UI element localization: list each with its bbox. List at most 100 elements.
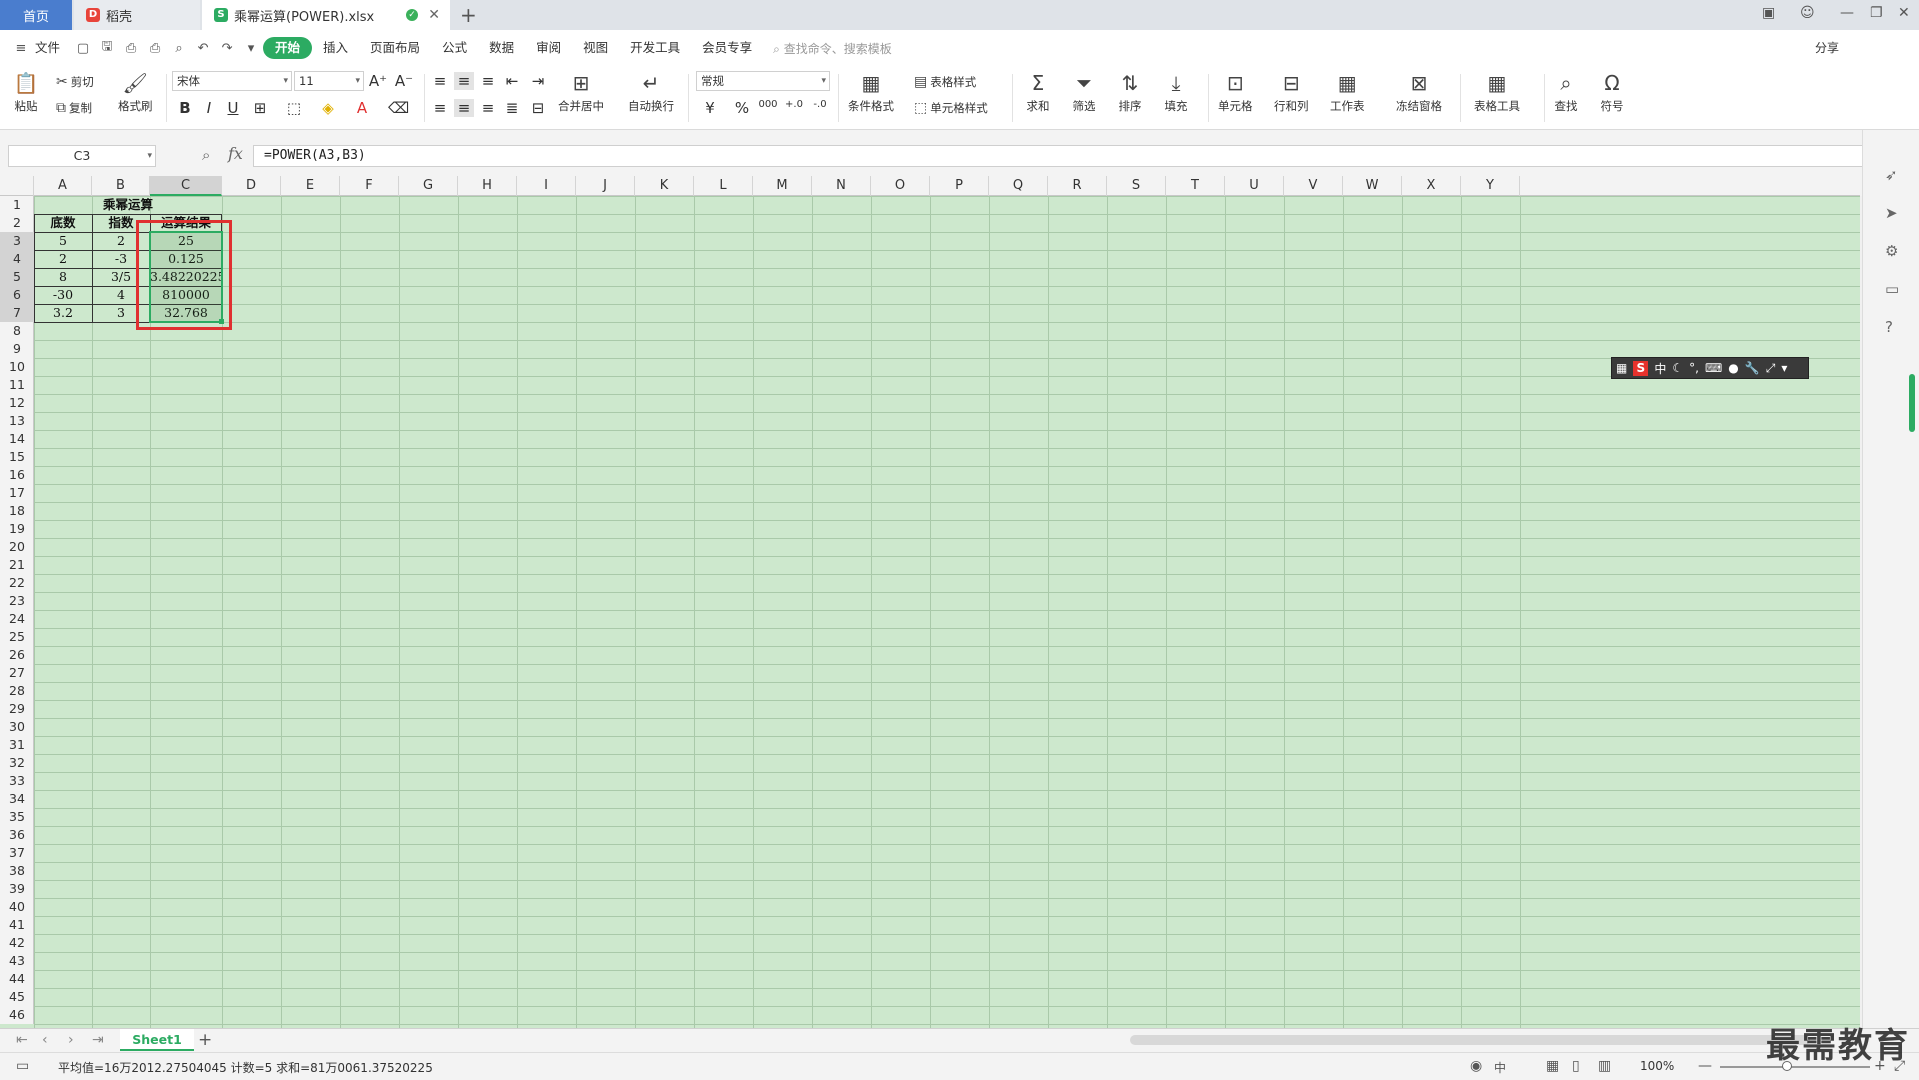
eye-protection-icon[interactable]: ◉ [1470, 1058, 1482, 1074]
row-header-25[interactable]: 25 [0, 628, 34, 646]
row-header-12[interactable]: 12 [0, 394, 34, 412]
last-sheet-icon[interactable]: ⇥ [92, 1032, 104, 1048]
share-button[interactable]: 分享 [1815, 39, 1839, 56]
row-header-20[interactable]: 20 [0, 538, 34, 556]
new-tab-button[interactable]: + [460, 3, 477, 27]
menu-home[interactable]: 开始 [263, 37, 313, 59]
row-header-15[interactable]: 15 [0, 448, 34, 466]
justify-icon[interactable]: ≣ [502, 99, 522, 117]
column-header-x[interactable]: X [1402, 176, 1461, 196]
row-header-41[interactable]: 41 [0, 916, 34, 934]
row-header-29[interactable]: 29 [0, 700, 34, 718]
chevron-down-icon[interactable]: ▾ [1781, 361, 1787, 375]
symbol-button[interactable]: Ω 符号 [1598, 70, 1626, 114]
save-icon[interactable]: 🖫 [98, 39, 116, 57]
row-header-34[interactable]: 34 [0, 790, 34, 808]
row-header-22[interactable]: 22 [0, 574, 34, 592]
table-data-cell[interactable]: 2 [34, 250, 92, 268]
row-header-33[interactable]: 33 [0, 772, 34, 790]
column-header-w[interactable]: W [1343, 176, 1402, 196]
italic-icon[interactable]: I [199, 99, 219, 117]
table-title-cell[interactable]: 乘幂运算 [34, 196, 222, 214]
font-color-icon[interactable]: A [352, 99, 372, 117]
table-header-cell[interactable]: 底数 [34, 214, 92, 232]
column-header-f[interactable]: F [340, 176, 399, 196]
settings-sliders-icon[interactable]: ⚙ [1885, 242, 1898, 260]
percent-icon[interactable]: % [732, 99, 752, 117]
clear-icon[interactable]: ⌫ [388, 99, 409, 117]
currency-icon[interactable]: ¥ [700, 99, 720, 117]
table-data-cell[interactable]: 5 [34, 232, 92, 250]
column-header-c[interactable]: C [150, 176, 222, 196]
align-bottom-icon[interactable]: ≡ [478, 72, 498, 90]
next-sheet-icon[interactable]: › [68, 1032, 74, 1048]
row-header-2[interactable]: 2 [0, 214, 34, 232]
font-name-select[interactable]: 宋体 ▾ [172, 71, 292, 91]
row-header-26[interactable]: 26 [0, 646, 34, 664]
customize-icon[interactable]: ▾ [242, 39, 260, 57]
tab-docer[interactable]: D 稻壳 [74, 0, 200, 30]
column-header-g[interactable]: G [399, 176, 458, 196]
close-tab-icon[interactable]: ✕ [428, 7, 440, 23]
column-header-j[interactable]: J [576, 176, 635, 196]
find-button[interactable]: ⌕ 查找 [1552, 70, 1580, 114]
font-shrink-icon[interactable]: A⁻ [394, 72, 414, 90]
normal-view-icon[interactable]: ▦ [1546, 1058, 1559, 1074]
filter-button[interactable]: ⏷ 筛选 [1070, 70, 1098, 114]
table-data-cell[interactable]: 8 [34, 268, 92, 286]
align-middle-icon[interactable]: ≡ [454, 72, 474, 90]
row-header-35[interactable]: 35 [0, 808, 34, 826]
pointer-icon[interactable]: ➤ [1885, 204, 1898, 222]
worksheet-button[interactable]: ▦ 工作表 [1330, 70, 1365, 114]
column-header-i[interactable]: I [517, 176, 576, 196]
table-style-button[interactable]: ▤ 表格样式 [914, 74, 976, 90]
row-header-24[interactable]: 24 [0, 610, 34, 628]
row-header-32[interactable]: 32 [0, 754, 34, 772]
window-mode-icon[interactable]: ▣ [1762, 5, 1775, 21]
row-header-36[interactable]: 36 [0, 826, 34, 844]
column-header-e[interactable]: E [281, 176, 340, 196]
undo-icon[interactable]: ↶ [194, 39, 212, 57]
print-icon[interactable]: ⎙ [146, 39, 164, 57]
row-header-44[interactable]: 44 [0, 970, 34, 988]
table-data-cell[interactable]: 3.2 [34, 304, 92, 322]
rocket-icon[interactable]: ➶ [1885, 166, 1898, 184]
indent-increase-icon[interactable]: ⇥ [528, 72, 548, 90]
paste-button[interactable]: 📋 粘贴 [12, 70, 40, 114]
column-header-p[interactable]: P [930, 176, 989, 196]
avatar[interactable]: ☺ [1800, 5, 1815, 21]
row-header-27[interactable]: 27 [0, 664, 34, 682]
menu-page-layout[interactable]: 页面布局 [359, 37, 431, 59]
merge-center-button[interactable]: ⊞ 合并居中 [558, 70, 604, 114]
prev-sheet-icon[interactable]: ‹ [42, 1032, 48, 1048]
underline-icon[interactable]: U [223, 99, 243, 117]
row-header-38[interactable]: 38 [0, 862, 34, 880]
column-header-n[interactable]: N [812, 176, 871, 196]
menu-formulas[interactable]: 公式 [431, 37, 478, 59]
column-header-y[interactable]: Y [1461, 176, 1520, 196]
wrap-text-button[interactable]: ↵ 自动换行 [628, 70, 674, 114]
row-header-31[interactable]: 31 [0, 736, 34, 754]
align-top-icon[interactable]: ≡ [430, 72, 450, 90]
redo-icon[interactable]: ↷ [218, 39, 236, 57]
preview-icon[interactable]: ⌕ [170, 39, 188, 57]
column-header-a[interactable]: A [34, 176, 92, 196]
column-header-l[interactable]: L [694, 176, 753, 196]
tab-file[interactable]: S 乘幂运算(POWER).xlsx ✓ ✕ [202, 0, 450, 30]
keyboard-icon[interactable]: ⌨ [1705, 361, 1722, 375]
ime-lang[interactable]: 中 [1654, 360, 1666, 377]
output-icon[interactable]: ⎙ [122, 39, 140, 57]
close-window-icon[interactable]: ✕ [1898, 5, 1910, 21]
punctuation-icon[interactable]: °, [1689, 361, 1699, 375]
decrease-decimal-icon[interactable]: -.0 [810, 99, 830, 110]
row-header-42[interactable]: 42 [0, 934, 34, 952]
sort-button[interactable]: ⇅ 排序 [1116, 70, 1144, 114]
new-doc-icon[interactable]: ▢ [74, 39, 92, 57]
user-icon[interactable]: ● [1728, 361, 1738, 375]
select-all-corner[interactable] [0, 176, 34, 196]
format-painter-button[interactable]: 🖌 格式刷 [118, 70, 153, 114]
spreadsheet-grid[interactable]: ABCDEFGHIJKLMNOPQRSTUVWXY 1 2 3 4 5 6 7 8 9 10 11 1… [0, 176, 1860, 1028]
cell-style-button[interactable]: ⬚ 单元格样式 [914, 100, 988, 116]
freeze-panes-button[interactable]: ⊠ 冻结窗格 [1396, 70, 1442, 114]
zoom-level[interactable]: 100% [1640, 1059, 1674, 1073]
